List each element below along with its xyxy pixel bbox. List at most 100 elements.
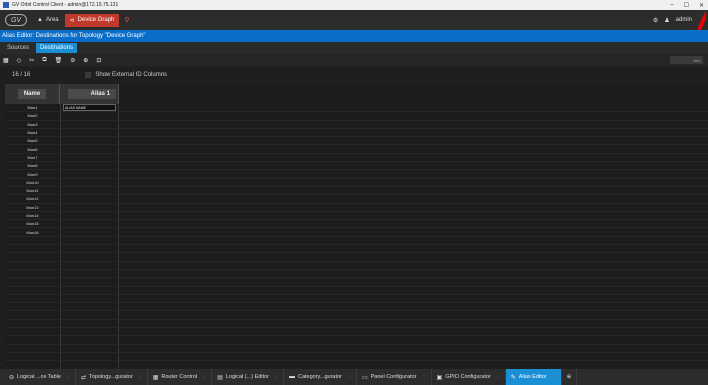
area-icon: ▲ <box>37 17 43 23</box>
bottom-tab[interactable]: ▦ Router Control ○ <box>148 369 213 385</box>
table-row[interactable]: Mon3 <box>5 120 708 129</box>
empty-alias-cell <box>60 278 119 286</box>
export-icon[interactable]: ⊡ <box>96 57 101 64</box>
table-row[interactable]: Mon9 <box>5 170 708 179</box>
table-row[interactable]: Mon12 <box>5 195 708 204</box>
tab-label: Router Control <box>161 374 198 380</box>
row-alias-cell[interactable] <box>60 145 119 153</box>
topbar-right: ⚙ ♟ admin <box>653 10 708 30</box>
bottom-tab[interactable]: ✎ Alias Editor ○ <box>505 369 562 385</box>
row-alias-cell[interactable] <box>60 120 119 128</box>
table-row[interactable]: Mon6 <box>5 145 708 154</box>
empty-row <box>5 344 708 353</box>
empty-alias-cell <box>60 352 119 361</box>
row-alias-cell[interactable] <box>60 220 119 228</box>
bottom-tab[interactable]: ▭ Panel Configurator ○ <box>357 369 432 385</box>
row-alias-cell[interactable] <box>60 228 119 236</box>
row-alias-cell[interactable] <box>60 112 119 120</box>
copy-icon[interactable]: ⧉ <box>42 57 46 64</box>
bottom-tab[interactable]: ⇄ Topology...gurator ○ <box>76 369 148 385</box>
subtabs: Sources Destinations <box>0 42 708 54</box>
table-row[interactable]: Mon5 <box>5 137 708 146</box>
diamond-icon[interactable]: ◇ <box>17 57 22 64</box>
show-external-checkbox[interactable] <box>85 72 92 78</box>
add-tab-button[interactable]: ⊕ <box>562 369 578 385</box>
table-row[interactable]: Mon10 <box>5 178 708 187</box>
table-row[interactable]: Mon11 <box>5 186 708 196</box>
empty-alias-cell <box>60 344 119 352</box>
empty-name-cell <box>5 328 60 335</box>
row-alias-cell[interactable] <box>60 186 119 195</box>
table-row[interactable]: Mon13 <box>5 203 708 212</box>
empty-name-cell <box>5 361 60 368</box>
tab-label: Alias Editor <box>518 374 547 380</box>
tab-close-icon[interactable]: ○ <box>422 374 425 380</box>
area-button[interactable]: ▲ Area <box>37 17 59 23</box>
device-graph-chip[interactable]: ⋖ Device Graph <box>64 13 120 27</box>
pin-icon[interactable]: ⚲ <box>124 16 129 24</box>
user-name[interactable]: admin <box>676 17 692 23</box>
row-alias-cell[interactable] <box>60 203 119 211</box>
tab-icon: ▬ <box>288 374 295 380</box>
row-alias-cell[interactable] <box>60 162 119 170</box>
row-alias-cell[interactable] <box>60 104 119 112</box>
maximize-button[interactable]: ☐ <box>684 2 689 9</box>
row-alias-cell[interactable] <box>60 153 119 162</box>
tab-close-icon[interactable]: ○ <box>203 374 206 380</box>
table-row[interactable]: Mon8 <box>5 162 708 171</box>
bottom-tab[interactable]: ⊖ Logical ...ce Table ○ <box>4 369 76 385</box>
close-button[interactable]: ✕ <box>699 2 704 9</box>
empty-row <box>5 269 708 279</box>
cut-icon[interactable]: ✂ <box>29 57 34 64</box>
minimize-button[interactable]: – <box>670 2 673 9</box>
tab-close-icon[interactable]: ○ <box>275 374 278 380</box>
row-alias-cell[interactable] <box>60 195 119 203</box>
clear-icon[interactable]: ⊘ <box>70 57 75 64</box>
row-alias-cell[interactable] <box>60 137 119 145</box>
table-row[interactable]: Mon4 <box>5 128 708 138</box>
row-name-cell: Mon10 <box>26 179 39 185</box>
empty-alias-cell <box>60 303 119 311</box>
tab-label: Topology...gurator <box>89 374 133 380</box>
add-icon[interactable]: ⊕ <box>83 57 88 64</box>
table-row[interactable]: Mon1 <box>5 104 708 113</box>
table-row[interactable]: Mon7 <box>5 153 708 163</box>
tab-close-icon[interactable]: ○ <box>553 374 556 380</box>
row-count: 16 / 16 <box>12 72 31 78</box>
bottom-tab[interactable]: ▬ Category...gurator ○ <box>284 369 357 385</box>
filter-input[interactable]: filter <box>670 56 703 64</box>
grid-header: Name Alias 1 <box>5 84 708 104</box>
empty-name-cell <box>5 336 60 343</box>
tab-close-icon[interactable]: ○ <box>497 374 500 380</box>
row-name-cell: Mon4 <box>27 130 38 136</box>
column-header-alias[interactable]: Alias 1 <box>60 84 119 104</box>
row-alias-cell[interactable] <box>60 178 119 186</box>
gear-icon[interactable]: ⚙ <box>653 17 658 24</box>
share-icon: ⋖ <box>69 17 75 24</box>
tab-close-icon[interactable]: ○ <box>348 374 351 380</box>
bottom-tab[interactable]: ▣ GPIO Configurator ○ <box>432 369 506 385</box>
empty-row <box>5 294 708 304</box>
table-row[interactable]: Mon2 <box>5 112 708 121</box>
row-alias-cell[interactable] <box>60 211 119 220</box>
grid-icon[interactable]: ▦ <box>3 57 9 64</box>
table-row[interactable]: Mon16 <box>5 228 708 237</box>
tab-sources[interactable]: Sources <box>3 43 33 53</box>
row-alias-cell[interactable] <box>60 128 119 137</box>
bottom-tab[interactable]: ▤ Logical (...) Editor ○ <box>212 369 284 385</box>
table-row[interactable]: Mon14 <box>5 211 708 221</box>
row-name-cell: Mon6 <box>27 146 38 152</box>
table-row[interactable]: Mon15 <box>5 220 708 229</box>
row-alias-cell[interactable] <box>60 170 119 178</box>
tab-destinations[interactable]: Destinations <box>36 43 78 53</box>
tab-close-icon[interactable]: ○ <box>139 374 142 380</box>
empty-name-cell <box>5 253 60 260</box>
empty-name-cell <box>5 278 60 285</box>
delete-icon[interactable]: 🗑 <box>55 57 63 64</box>
tab-close-icon[interactable]: ○ <box>67 374 70 380</box>
empty-alias-cell <box>60 253 119 261</box>
gv-logo[interactable]: GV <box>5 14 27 26</box>
alias-input[interactable] <box>63 104 116 112</box>
column-header-name[interactable]: Name <box>5 84 60 104</box>
grid-rows: Mon1 Mon2 Mon3 Mon4 Mon5 Mon6 Mon7 Mon8 Mon9 Mon1… <box>5 104 708 237</box>
